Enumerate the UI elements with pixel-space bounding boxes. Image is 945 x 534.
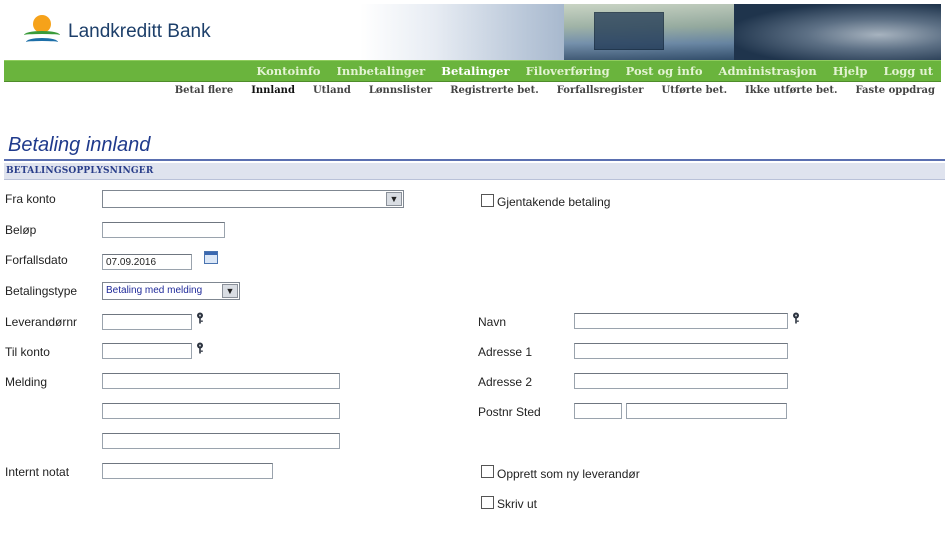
melding-input-2[interactable] bbox=[102, 403, 340, 419]
forfallsdato-label: Forfallsdato bbox=[5, 253, 68, 267]
fra-konto-select[interactable]: ▼ bbox=[102, 190, 404, 208]
calendar-icon[interactable] bbox=[204, 251, 218, 264]
sted-input[interactable] bbox=[626, 403, 787, 419]
gjentakende-label: Gjentakende betaling bbox=[497, 195, 611, 209]
belop-input[interactable] bbox=[102, 222, 225, 238]
internt-notat-label: Internt notat bbox=[5, 465, 70, 479]
betalingstype-label: Betalingstype bbox=[5, 284, 78, 298]
subnav-registrerte-bet[interactable]: Registrerte bet. bbox=[450, 85, 539, 96]
nav-post-og-info[interactable]: Post og info bbox=[626, 64, 703, 78]
main-nav: Kontoinfo Innbetalinger Betalinger Filov… bbox=[4, 60, 941, 82]
nav-logg-ut[interactable]: Logg ut bbox=[883, 64, 933, 78]
leverandornr-input[interactable] bbox=[102, 314, 192, 330]
adresse2-label: Adresse 2 bbox=[478, 375, 533, 389]
subnav-innland[interactable]: Innland bbox=[251, 85, 295, 96]
fra-konto-label: Fra konto bbox=[5, 192, 56, 206]
subnav-ikke-utforte-bet[interactable]: Ikke utførte bet. bbox=[745, 85, 837, 96]
header-banner: Landkreditt Bank bbox=[4, 4, 941, 60]
opprett-leverandor-checkbox[interactable] bbox=[481, 465, 494, 478]
subnav-lonnslister[interactable]: Lønnslister bbox=[369, 85, 432, 96]
til-konto-input[interactable] bbox=[102, 343, 192, 359]
subnav-utland[interactable]: Utland bbox=[313, 85, 351, 96]
subnav-betal-flere[interactable]: Betal flere bbox=[175, 85, 233, 96]
nav-betalinger[interactable]: Betalinger bbox=[441, 64, 509, 78]
nav-kontoinfo[interactable]: Kontoinfo bbox=[256, 64, 320, 78]
brand-logo[interactable]: Landkreditt Bank bbox=[22, 13, 211, 51]
nav-hjelp[interactable]: Hjelp bbox=[833, 64, 868, 78]
melding-label: Melding bbox=[5, 375, 48, 389]
opprett-leverandor-label: Opprett som ny leverandør bbox=[497, 467, 640, 481]
adresse1-input[interactable] bbox=[574, 343, 788, 359]
forfallsdato-input[interactable] bbox=[102, 254, 192, 270]
skriv-ut-label: Skriv ut bbox=[497, 497, 538, 511]
navn-label: Navn bbox=[478, 315, 507, 329]
betalingstype-value: Betaling med melding bbox=[106, 285, 203, 296]
chevron-down-icon: ▼ bbox=[222, 284, 238, 298]
betalingstype-select[interactable]: Betaling med melding ▼ bbox=[102, 282, 240, 300]
skriv-ut-checkbox[interactable] bbox=[481, 496, 494, 509]
nav-innbetalinger[interactable]: Innbetalinger bbox=[336, 64, 425, 78]
header-photo-desk bbox=[594, 12, 664, 50]
key-icon[interactable] bbox=[792, 312, 802, 324]
brand-name: Landkreditt Bank bbox=[68, 21, 211, 42]
title-divider bbox=[4, 159, 945, 161]
gjentakende-checkbox[interactable] bbox=[481, 194, 494, 207]
subnav-utforte-bet[interactable]: Utførte bet. bbox=[662, 85, 728, 96]
header-photo-person bbox=[734, 4, 941, 60]
section-title: BETALINGSOPPLYSNINGER bbox=[6, 166, 154, 176]
subnav-faste-oppdrag[interactable]: Faste oppdrag bbox=[855, 85, 935, 96]
section-header: BETALINGSOPPLYSNINGER bbox=[4, 163, 945, 180]
nav-filoverforing[interactable]: Filoverføring bbox=[526, 64, 610, 78]
postnr-input[interactable] bbox=[574, 403, 622, 419]
adresse2-input[interactable] bbox=[574, 373, 788, 389]
sub-nav: Betal flere Innland Utland Lønnslister R… bbox=[175, 85, 935, 96]
melding-input-1[interactable] bbox=[102, 373, 340, 389]
subnav-forfallsregister[interactable]: Forfallsregister bbox=[557, 85, 644, 96]
nav-administrasjon[interactable]: Administrasjon bbox=[719, 64, 817, 78]
key-icon[interactable] bbox=[196, 342, 206, 354]
chevron-down-icon: ▼ bbox=[386, 192, 402, 206]
postnr-sted-label: Postnr Sted bbox=[478, 405, 541, 419]
internt-notat-input[interactable] bbox=[102, 463, 273, 479]
page-title: Betaling innland bbox=[8, 134, 151, 156]
adresse1-label: Adresse 1 bbox=[478, 345, 533, 359]
leverandornr-label: Leverandørnr bbox=[5, 315, 78, 329]
logo-icon bbox=[22, 13, 60, 51]
melding-input-3[interactable] bbox=[102, 433, 340, 449]
key-icon[interactable] bbox=[196, 312, 206, 324]
belop-label: Beløp bbox=[5, 223, 37, 237]
til-konto-label: Til konto bbox=[5, 345, 50, 359]
navn-input[interactable] bbox=[574, 313, 788, 329]
